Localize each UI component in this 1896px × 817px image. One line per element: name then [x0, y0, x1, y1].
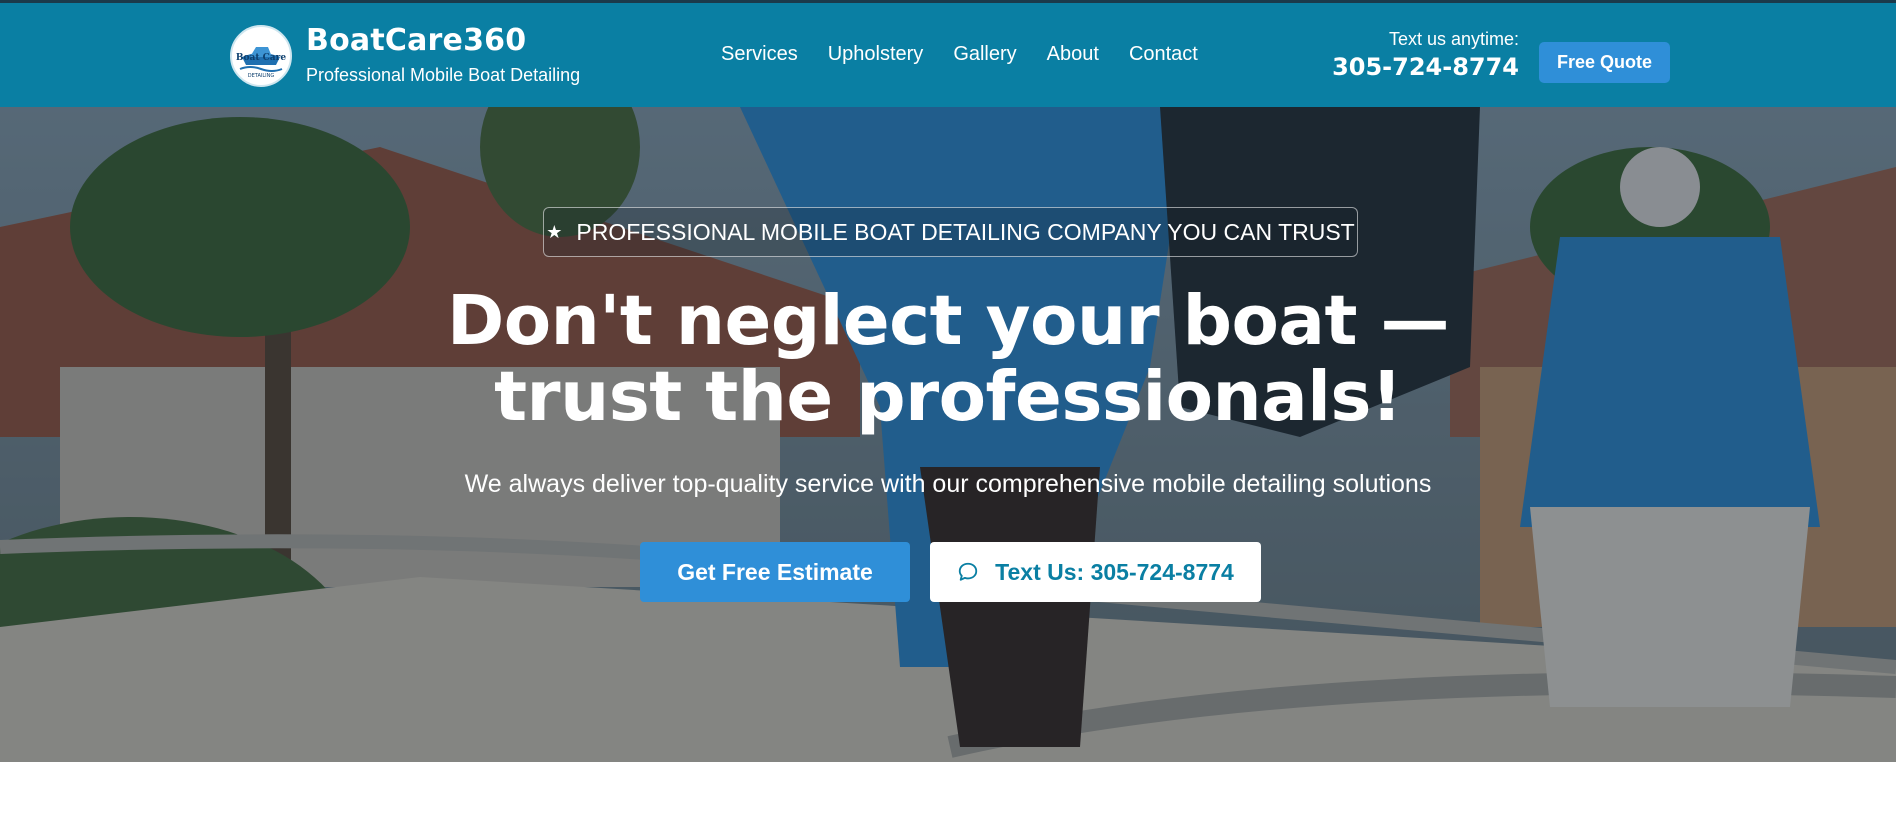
trust-badge: ★ PROFESSIONAL MOBILE BOAT DETAILING COM…: [543, 207, 1358, 257]
text-us-button[interactable]: Text Us: 305-724-8774: [930, 542, 1261, 602]
hero-subheadline: We always deliver top-quality service wi…: [464, 470, 1432, 498]
nav-upholstery[interactable]: Upholstery: [828, 43, 924, 66]
nav-services[interactable]: Services: [721, 43, 798, 66]
text-us-label: Text us anytime:: [1388, 29, 1519, 49]
nav-contact[interactable]: Contact: [1129, 43, 1198, 66]
brand-tagline: Professional Mobile Boat Detailing: [306, 65, 581, 85]
get-free-estimate-button[interactable]: Get Free Estimate: [640, 542, 910, 602]
hero-headline-line1: Don't neglect your boat —: [446, 281, 1450, 361]
boat-logo-icon: Boat Care DETAILING: [233, 28, 289, 84]
main-nav: Services Upholstery Gallery About Contac…: [721, 43, 1228, 66]
nav-about[interactable]: About: [1047, 43, 1099, 66]
chat-bubble-icon: [958, 562, 978, 581]
svg-text:DETAILING: DETAILING: [248, 73, 275, 79]
free-quote-button[interactable]: Free Quote: [1539, 42, 1670, 83]
hero-headline: Don't neglect your boat — trust the prof…: [0, 283, 1896, 435]
text-us-button-label: Text Us: 305-724-8774: [995, 558, 1234, 585]
site-header: Boat Care DETAILING BoatCare360 Professi…: [0, 0, 1896, 107]
hero-section: ★ PROFESSIONAL MOBILE BOAT DETAILING COM…: [0, 107, 1896, 762]
logo[interactable]: Boat Care DETAILING: [230, 25, 292, 87]
hero-headline-line2: trust the professionals!: [494, 357, 1402, 437]
star-icon: ★: [546, 221, 563, 242]
trust-badge-text: PROFESSIONAL MOBILE BOAT DETAILING COMPA…: [576, 218, 1355, 245]
svg-text:Boat Care: Boat Care: [236, 53, 286, 63]
brand-name[interactable]: BoatCare360: [306, 23, 526, 58]
nav-gallery[interactable]: Gallery: [953, 43, 1016, 66]
header-phone-link[interactable]: 305-724-8774: [1332, 53, 1519, 81]
